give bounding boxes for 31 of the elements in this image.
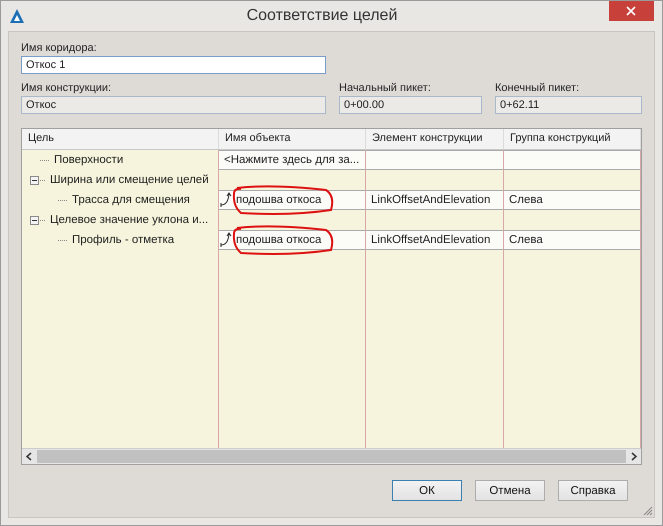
window-title: Соответствие целей [246,7,398,25]
field-label: Конечный пикет: [495,82,580,94]
close-button[interactable] [608,1,654,21]
end-station-field[interactable]: 0+62.11 [495,96,642,114]
field-label: Начальный пикет: [339,82,432,94]
tree-item[interactable]: Трасса для смещения [72,194,190,206]
tree-item[interactable]: Поверхности [54,154,124,166]
column-header[interactable]: Имя объекта [219,129,366,149]
collapse-icon[interactable] [30,176,39,184]
dialog-button[interactable]: Справка [558,480,628,501]
table-cell: Слева [509,234,543,246]
table-cell: LinkOffsetAndElevation [371,194,490,206]
start-station-field[interactable]: 0+00.00 [339,96,482,114]
column-header[interactable]: Цель [22,129,219,149]
column-header[interactable]: Элемент конструкции [366,129,504,149]
collapse-icon[interactable] [30,216,39,224]
assembly-name-field[interactable]: Откос [21,96,326,114]
close-icon[interactable] [626,6,636,16]
field-label: Имя конструкции: [21,82,112,94]
field-label: Имя коридора: [21,42,98,54]
tree-item[interactable]: Профиль - отметка [72,234,174,246]
table-cell: LinkOffsetAndElevation [371,234,490,246]
column-header[interactable]: Группа конструкций [504,129,641,149]
dialog-button[interactable]: ОК [392,480,462,501]
tree-item[interactable]: Целевое значение уклона и... [50,214,208,226]
corridor-name-field[interactable]: Откос 1 [21,56,326,74]
resize-grip-icon[interactable] [643,506,653,516]
dialog-button[interactable]: Отмена [475,480,545,501]
table-cell: Слева [509,194,543,206]
app-logo-icon [9,8,25,24]
tree-item[interactable]: Ширина или смещение целей [50,174,209,186]
